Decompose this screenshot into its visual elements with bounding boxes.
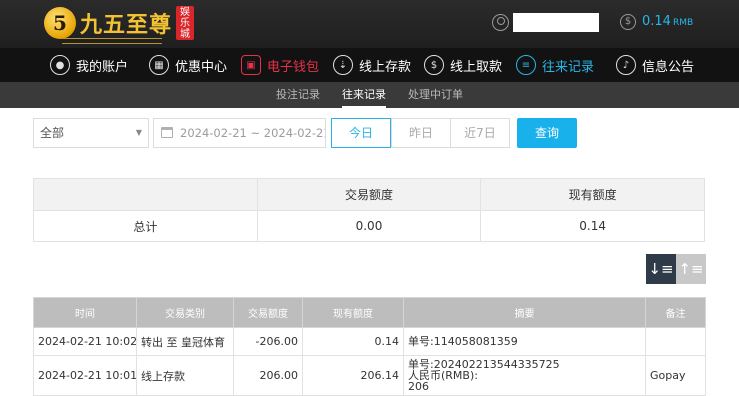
cell-note [645,327,706,356]
sort-descending-icon[interactable]: ↓≡ [646,254,676,284]
summary-table: 交易额度 现有额度 总计 0.00 0.14 [33,178,705,242]
nav-label: 我的账户 [76,59,129,75]
nav-label: 优惠中心 [175,59,228,75]
nav-label: 线上存款 [359,59,412,75]
deposit-icon: ⇣ [333,55,353,75]
balance-display: 0.14 RMB [642,14,693,29]
column-header: 摘要 [403,297,646,328]
nav-promotions[interactable]: ▦ 优惠中心 [149,48,227,82]
summary-header: 交易额度 [256,178,482,211]
site-logo[interactable]: 5 九五至尊 娱乐城 [44,4,195,42]
withdraw-icon: $ [424,55,444,75]
caret-down-icon: ▼ [135,128,142,137]
nav-online-withdraw[interactable]: $ 线上取款 [424,48,502,82]
cell-balance: 206.14 [302,355,404,396]
sort-ascending-icon[interactable]: ↑≡ [676,254,706,284]
wallet-icon: ▣ [241,55,261,75]
date-range-value: 2024-02-21 ~ 2024-02-21 [180,126,326,140]
cell-balance: 0.14 [302,327,404,356]
tab-pending-orders[interactable]: 处理中订单 [408,82,463,108]
cell-amount: 206.00 [233,355,303,396]
user-icon[interactable] [492,14,509,31]
tab-bet-records[interactable]: 投注记录 [276,82,320,108]
nav-ewallet[interactable]: ▣ 电子钱包 [241,48,319,82]
today-button[interactable]: 今日 [331,118,391,148]
summary-line: 206 [408,380,429,393]
nav-label: 往来记录 [542,59,595,75]
sub-nav: 投注记录 往来记录 处理中订单 [0,82,739,108]
bell-icon: ♪ [616,55,636,75]
user-icon: ● [50,55,70,75]
summary-line: 单号:114058081359 [408,335,518,348]
cell-note: Gopay [645,355,706,396]
table-row: 2024-02-21 10:01:45 线上存款 206.00 206.14 单… [33,355,706,396]
column-header: 交易额度 [233,297,303,328]
select-value: 全部 [40,126,65,140]
column-header: 时间 [33,297,137,328]
logo-flourish [62,38,162,44]
gift-icon: ▦ [149,55,169,75]
cell-type: 转出 至 皇冠体育 [136,327,234,356]
date-range-input[interactable]: 2024-02-21 ~ 2024-02-21 [153,118,326,148]
records-icon: ≡ [516,55,536,75]
logo-tag: 娱乐城 [176,6,195,40]
top-header: 5 九五至尊 娱乐城 $ 0.14 RMB [0,0,739,48]
cell-time: 2024-02-21 10:02:23 [33,327,137,356]
summary-cell: 0.14 [480,210,705,242]
calendar-icon [161,127,173,138]
nav-label: 线上取款 [450,59,503,75]
coin-icon: $ [620,14,636,30]
cell-summary: 单号:2024022135443357​25 人民币(RMB): 206 [403,355,646,396]
summary-cell: 0.00 [256,210,482,242]
logo-text: 九五至尊 [80,13,173,38]
nav-announcements[interactable]: ♪ 信息公告 [616,48,694,82]
username-redacted [513,13,599,32]
cell-summary: 单号:114058081359 [403,327,646,356]
summary-header [33,178,258,211]
balance-value: 0.14 [642,14,671,29]
logo-badge: 5 [44,7,76,39]
nav-label: 电子钱包 [267,59,320,75]
search-button[interactable]: 查询 [517,118,577,148]
nav-online-deposit[interactable]: ⇣ 线上存款 [333,48,411,82]
summary-header: 现有额度 [480,178,705,211]
cell-amount: -206.00 [233,327,303,356]
balance-unit: RMB [672,18,694,28]
main-nav: ● 我的账户 ▦ 优惠中心 ▣ 电子钱包 ⇣ 线上存款 $ 线上取款 ≡ 往来记… [0,48,739,82]
transaction-type-select[interactable]: 全部 ▼ [33,118,149,148]
cell-time: 2024-02-21 10:01:45 [33,355,137,396]
cell-type: 线上存款 [136,355,234,396]
summary-cell: 总计 [33,210,258,242]
table-row: 2024-02-21 10:02:23 转出 至 皇冠体育 -206.00 0.… [33,327,706,356]
summary-line: 人民币(RMB): [408,369,478,382]
yesterday-button[interactable]: 昨日 [391,118,451,148]
nav-label: 信息公告 [642,59,695,75]
summary-header-row: 交易额度 现有额度 [33,178,705,211]
summary-total-row: 总计 0.00 0.14 [33,210,705,242]
column-header: 现有额度 [302,297,404,328]
column-header: 备注 [645,297,706,328]
column-header: 交易类别 [136,297,234,328]
nav-transaction-records[interactable]: ≡ 往来记录 [516,48,594,82]
nav-my-account[interactable]: ● 我的账户 [50,48,128,82]
last-7-days-button[interactable]: 近7日 [450,118,510,148]
tab-transaction-records[interactable]: 往来记录 [342,82,386,108]
records-header-row: 时间 交易类别 交易额度 现有额度 摘要 备注 [33,297,706,328]
records-table: 时间 交易类别 交易额度 现有额度 摘要 备注 2024-02-21 10:02… [33,297,706,396]
